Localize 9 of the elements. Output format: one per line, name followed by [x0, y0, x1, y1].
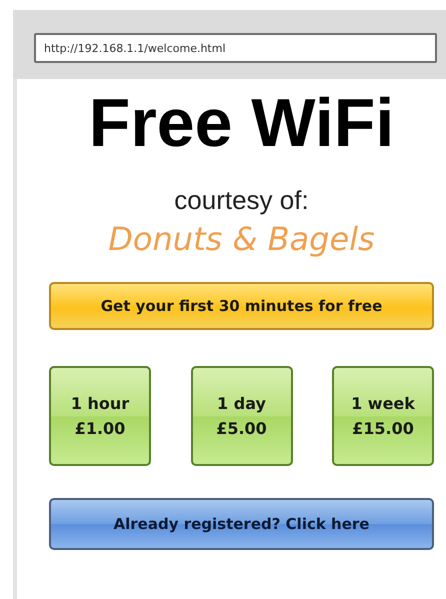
plan-button[interactable]: 1 day £5.00	[190, 366, 292, 466]
login-button[interactable]: Already registered? Click here	[49, 498, 434, 550]
address-field[interactable]: http://192.168.1.1/welcome.html	[34, 33, 437, 63]
subtitle: courtesy of:	[173, 185, 310, 216]
plan-button[interactable]: 1 week £15.00	[332, 366, 434, 466]
plan-button[interactable]: 1 hour £1.00	[49, 366, 151, 466]
free-trial-button[interactable]: Get your first 30 minutes for free	[49, 282, 434, 330]
page-title: Free WiFi	[88, 84, 396, 163]
sponsor-name: Donuts & Bagels	[107, 220, 376, 258]
